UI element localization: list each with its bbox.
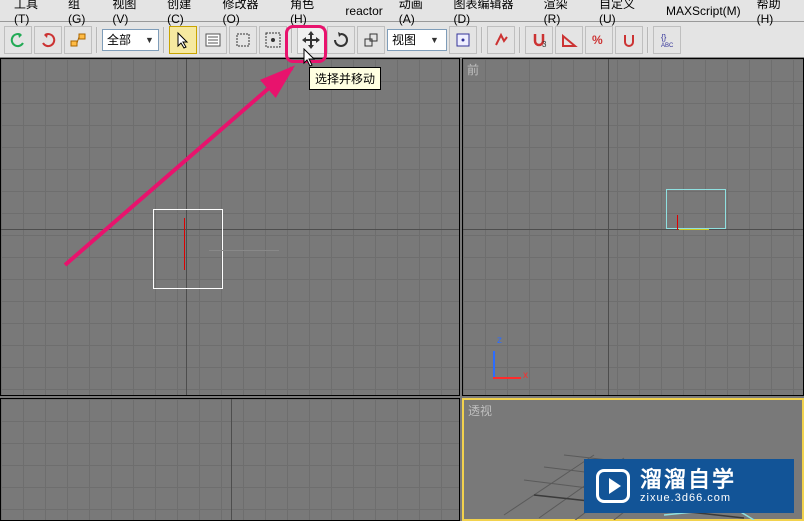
select-rotate-button[interactable] (327, 26, 355, 54)
watermark: 溜溜自学 zixue.3d66.com (584, 459, 794, 513)
gizmo-axis (184, 218, 185, 270)
separator (291, 27, 293, 53)
play-icon (596, 469, 630, 503)
menu-reactor[interactable]: reactor (337, 1, 390, 21)
select-scale-button[interactable] (357, 26, 385, 54)
axis-vertical (231, 399, 232, 520)
svg-text:{}: {} (661, 33, 667, 42)
percent-snap-icon: % (590, 31, 608, 49)
pivot-icon (454, 31, 472, 49)
viewport-grid (1, 59, 459, 395)
use-pivot-button[interactable] (449, 26, 477, 54)
window-crossing-button[interactable] (259, 26, 287, 54)
viewport-grid (1, 399, 459, 520)
svg-text:ABC: ABC (661, 43, 674, 49)
tooltip: 选择并移动 (309, 67, 381, 90)
viewport-label: 前 (467, 61, 479, 78)
menu-animation[interactable]: 动画(A) (391, 0, 446, 29)
list-icon (204, 31, 222, 49)
cursor-icon (175, 31, 191, 49)
watermark-title: 溜溜自学 (640, 468, 736, 492)
viewport-area: 前 z x 透视 (0, 58, 804, 521)
chevron-down-icon: ▼ (145, 35, 154, 45)
selection-filter-value: 全部 (107, 31, 131, 48)
svg-text:%: % (592, 33, 603, 47)
svg-text:3: 3 (542, 40, 547, 49)
axis-horizontal (463, 229, 803, 230)
viewport-left[interactable] (0, 398, 460, 521)
select-object-button[interactable] (169, 26, 197, 54)
named-sets-button[interactable]: {}ABC (653, 26, 681, 54)
percent-snap-button[interactable]: % (585, 26, 613, 54)
spinner-snap-button[interactable] (615, 26, 643, 54)
select-move-button[interactable] (297, 26, 325, 54)
ref-coord-dropdown[interactable]: 视图 ▼ (387, 29, 447, 51)
separator (519, 27, 521, 53)
selection-filter-dropdown[interactable]: 全部 ▼ (102, 29, 159, 51)
link-button[interactable] (64, 26, 92, 54)
separator (96, 27, 98, 53)
manipulate-icon (492, 31, 510, 49)
menu-views[interactable]: 视图(V) (104, 0, 159, 29)
viewport-front[interactable]: 前 z x (462, 58, 804, 396)
chevron-down-icon: ▼ (430, 35, 439, 45)
rotate-icon (332, 31, 350, 49)
rect-region-icon (234, 31, 252, 49)
scene-rectangle[interactable] (666, 189, 726, 229)
window-crossing-icon (264, 31, 282, 49)
link-icon (69, 31, 87, 49)
menu-maxscript[interactable]: MAXScript(M) (658, 1, 749, 21)
angle-snap-button[interactable] (555, 26, 583, 54)
separator (481, 27, 483, 53)
named-sets-icon: {}ABC (658, 31, 676, 49)
watermark-url: zixue.3d66.com (640, 492, 736, 504)
snap-icon: 3 (530, 31, 548, 49)
redo-icon (39, 31, 57, 49)
scale-icon (362, 31, 380, 49)
separator (163, 27, 165, 53)
gizmo-handle (209, 250, 279, 251)
viewport-top[interactable] (0, 58, 460, 396)
menu-help[interactable]: 帮助(H) (749, 0, 804, 29)
undo-icon (9, 31, 27, 49)
separator (647, 27, 649, 53)
axis-gizmo: z x (493, 339, 533, 379)
move-icon (301, 30, 321, 50)
spinner-snap-icon (620, 31, 638, 49)
undo-button[interactable] (4, 26, 32, 54)
menu-bar: 工具(T) 组(G) 视图(V) 创建(C) 修改器(O) 角色(H) reac… (0, 0, 804, 22)
ref-coord-value: 视图 (392, 31, 416, 48)
select-region-rect-button[interactable] (229, 26, 257, 54)
scene-rectangle[interactable] (153, 209, 223, 289)
select-manipulate-button[interactable] (487, 26, 515, 54)
snap-toggle-button[interactable]: 3 (525, 26, 553, 54)
axis-horizontal (1, 229, 459, 230)
select-by-name-button[interactable] (199, 26, 227, 54)
redo-button[interactable] (34, 26, 62, 54)
axis-vertical (608, 59, 609, 395)
angle-snap-icon (560, 31, 578, 49)
